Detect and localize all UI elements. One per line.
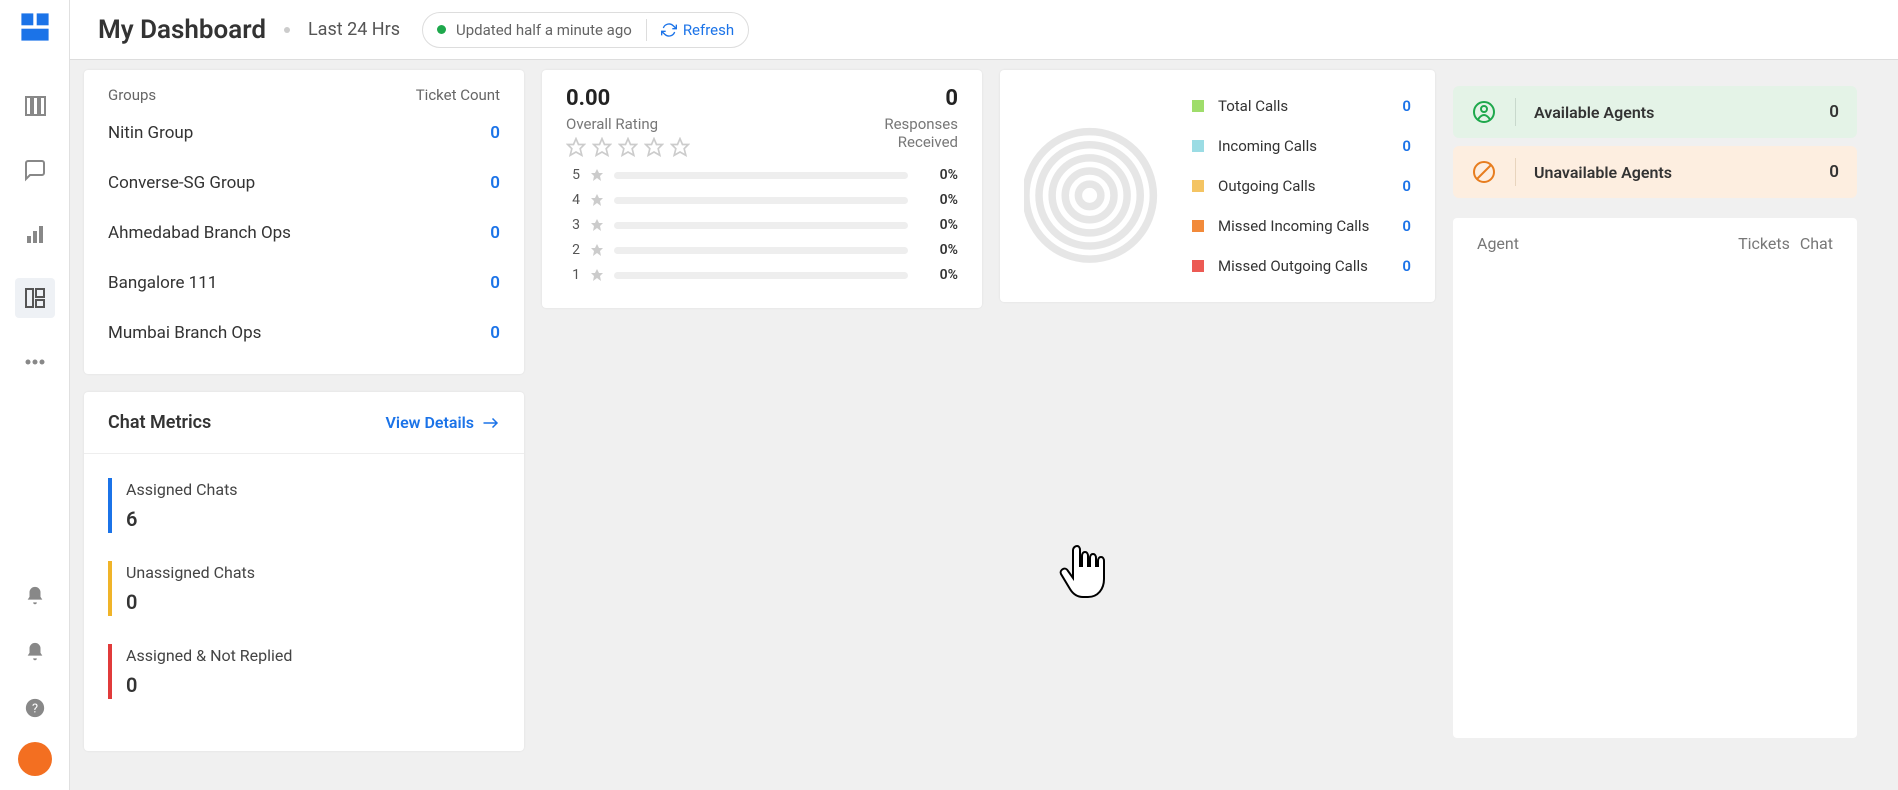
- rating-dist-row: 10%: [566, 267, 958, 283]
- star-icon: [590, 218, 604, 232]
- chat-col-header[interactable]: Chat: [1800, 234, 1833, 253]
- nav-dashboard-icon[interactable]: [15, 278, 55, 318]
- pointer-cursor-icon: [1055, 540, 1111, 610]
- available-agent-icon: [1471, 99, 1497, 125]
- star-icon: [590, 168, 604, 182]
- responses-label-2: Received: [884, 133, 958, 151]
- unavailable-agents-pill[interactable]: Unavailable Agents 0: [1453, 146, 1857, 198]
- status-dot: [437, 25, 446, 34]
- overall-rating-value: 0.00: [566, 86, 690, 111]
- legend-row: Incoming Calls0: [1192, 126, 1411, 166]
- separator-dot: [284, 27, 290, 33]
- legend-row: Missed Outgoing Calls0: [1192, 246, 1411, 286]
- rating-dist-row: 30%: [566, 217, 958, 233]
- legend-swatch: [1192, 140, 1204, 152]
- nav-bell-icon-2[interactable]: [15, 632, 55, 672]
- overall-rating-label: Overall Rating: [566, 115, 690, 133]
- legend-row: Total Calls0: [1192, 86, 1411, 126]
- star-icon: [644, 137, 664, 157]
- available-agents-pill[interactable]: Available Agents 0: [1453, 86, 1857, 138]
- star-icon: [590, 268, 604, 282]
- group-row[interactable]: Bangalore 1110: [108, 258, 500, 308]
- agent-list-card: Agent Tickets Chat: [1453, 218, 1857, 738]
- group-row[interactable]: Ahmedabad Branch Ops0: [108, 208, 500, 258]
- tickets-col-header[interactable]: Tickets: [1738, 234, 1790, 253]
- calls-card: Total Calls0 Incoming Calls0 Outgoing Ca…: [1000, 70, 1435, 302]
- nav-chat-icon[interactable]: [15, 150, 55, 190]
- group-row[interactable]: Converse-SG Group0: [108, 158, 500, 208]
- rating-dist-row: 40%: [566, 192, 958, 208]
- star-icon: [590, 243, 604, 257]
- unavailable-agent-icon: [1471, 159, 1497, 185]
- nav-bell-icon[interactable]: [15, 576, 55, 616]
- star-icon: [670, 137, 690, 157]
- refresh-button[interactable]: Refresh: [661, 21, 734, 39]
- status-pill: Updated half a minute ago Refresh: [422, 12, 749, 48]
- chat-metrics-card: Chat Metrics View Details Assigned Chats…: [84, 392, 524, 751]
- divider: [1515, 98, 1516, 126]
- ticket-count-col-header: Ticket Count: [416, 86, 500, 104]
- last-updated-text: Updated half a minute ago: [456, 21, 632, 39]
- divider: [646, 19, 647, 41]
- nav-more-icon[interactable]: [15, 342, 55, 382]
- metric-assigned-not-replied[interactable]: Assigned & Not Replied 0: [108, 644, 500, 699]
- star-rating-icons: [566, 137, 690, 157]
- legend-row: Missed Incoming Calls0: [1192, 206, 1411, 246]
- star-icon: [566, 137, 586, 157]
- group-row[interactable]: Mumbai Branch Ops0: [108, 308, 500, 358]
- bullseye-chart-icon: [1024, 86, 1174, 286]
- app-logo[interactable]: [18, 10, 52, 44]
- star-icon: [618, 137, 638, 157]
- page-title: My Dashboard: [98, 15, 266, 45]
- responses-label-1: Responses: [884, 115, 958, 133]
- metric-assigned-chats[interactable]: Assigned Chats 6: [108, 478, 500, 533]
- main-content: My Dashboard Last 24 Hrs Updated half a …: [70, 0, 1898, 790]
- star-icon: [592, 137, 612, 157]
- legend-swatch: [1192, 260, 1204, 272]
- metric-unassigned-chats[interactable]: Unassigned Chats 0: [108, 561, 500, 616]
- groups-ticket-card: Groups Ticket Count Nitin Group0 Convers…: [84, 70, 524, 374]
- group-row[interactable]: Nitin Group0: [108, 108, 500, 158]
- time-period-label[interactable]: Last 24 Hrs: [308, 19, 400, 40]
- rating-card: 0.00 Overall Rating 0 Responses: [542, 70, 982, 308]
- legend-swatch: [1192, 220, 1204, 232]
- groups-col-header: Groups: [108, 86, 156, 104]
- svg-text:?: ?: [31, 702, 37, 717]
- legend-row: Outgoing Calls0: [1192, 166, 1411, 206]
- nav-table-icon[interactable]: [15, 86, 55, 126]
- agent-col-header[interactable]: Agent: [1477, 234, 1738, 253]
- divider: [1515, 158, 1516, 186]
- page-header: My Dashboard Last 24 Hrs Updated half a …: [70, 0, 1898, 60]
- content-grid: Groups Ticket Count Nitin Group0 Convers…: [70, 60, 1898, 790]
- legend-swatch: [1192, 180, 1204, 192]
- view-details-link[interactable]: View Details: [386, 413, 500, 432]
- chat-metrics-title: Chat Metrics: [108, 412, 211, 433]
- nav-reports-icon[interactable]: [15, 214, 55, 254]
- sidebar: ?: [0, 0, 70, 790]
- legend-swatch: [1192, 100, 1204, 112]
- responses-value: 0: [884, 86, 958, 111]
- user-avatar[interactable]: [18, 742, 52, 776]
- nav-help-icon[interactable]: ?: [15, 688, 55, 728]
- rating-dist-row: 50%: [566, 167, 958, 183]
- rating-dist-row: 20%: [566, 242, 958, 258]
- star-icon: [590, 193, 604, 207]
